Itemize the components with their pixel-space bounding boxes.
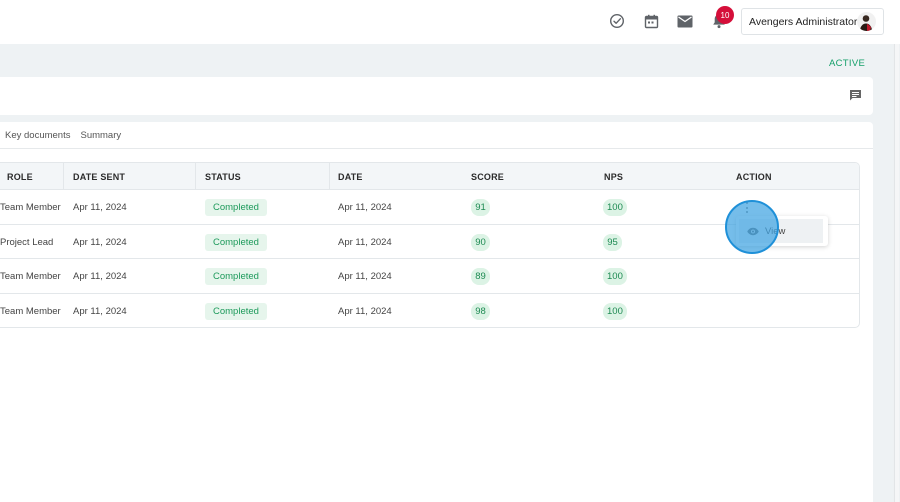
cell-role: Project Lead (0, 236, 54, 248)
responses-table: ROLE DATE SENT STATUS DATE SCORE NPS ACT… (0, 162, 860, 328)
nps-badge: 100 (603, 302, 627, 320)
nps-badge: 100 (603, 199, 627, 216)
nps-badge: 95 (603, 233, 622, 251)
top-bar: 10 Avengers Administrator (0, 0, 900, 44)
view-menu-item[interactable]: View (739, 219, 823, 243)
status-badge: Completed (205, 233, 267, 251)
tab-key-documents[interactable]: Key documents (0, 122, 75, 149)
eye-icon (747, 227, 759, 235)
status-badge: Completed (205, 302, 267, 320)
tabs-divider (0, 148, 873, 149)
notification-badge: 10 (716, 6, 734, 24)
score-badge: 90 (471, 233, 490, 251)
more-vertical-icon[interactable] (744, 202, 750, 213)
column-header-action: ACTION (736, 172, 772, 182)
score-badge: 91 (471, 199, 490, 216)
user-name: Avengers Administrator (749, 15, 858, 28)
check-circle-icon[interactable] (607, 11, 627, 31)
nps-badge: 100 (603, 268, 627, 285)
table-row: Project Lead Apr 11, 2024 Completed Apr … (0, 225, 859, 259)
column-divider (195, 163, 196, 190)
status-badge: Completed (205, 199, 267, 216)
column-divider (329, 163, 330, 190)
status-badge: ACTIVE (829, 58, 866, 69)
cell-date: Apr 11, 2024 (338, 236, 392, 248)
table-header: ROLE DATE SENT STATUS DATE SCORE NPS ACT… (0, 163, 859, 190)
tab-bar: Key documents Summary (0, 122, 126, 149)
cell-role: Team Member (0, 202, 61, 213)
column-header-date: DATE (338, 172, 363, 182)
cell-date: Apr 11, 2024 (338, 305, 392, 317)
column-header-status: STATUS (205, 172, 241, 182)
score-badge: 98 (471, 302, 490, 320)
table-row: Team Member Apr 11, 2024 Completed Apr 1… (0, 190, 859, 225)
cell-role: Team Member (0, 305, 61, 317)
tab-summary[interactable]: Summary (75, 122, 126, 149)
column-header-date-sent: DATE SENT (73, 172, 126, 182)
mail-icon[interactable] (675, 11, 695, 31)
user-menu-button[interactable]: Avengers Administrator (741, 8, 884, 35)
avatar (857, 12, 876, 31)
cell-date: Apr 11, 2024 (338, 271, 392, 282)
score-badge: 89 (471, 268, 490, 285)
cell-date-sent: Apr 11, 2024 (73, 305, 127, 317)
table-row: Team Member Apr 11, 2024 Completed Apr 1… (0, 294, 859, 328)
calendar-icon[interactable] (641, 11, 661, 31)
view-menu-item-label: View (765, 225, 786, 237)
table-row: Team Member Apr 11, 2024 Completed Apr 1… (0, 259, 859, 294)
scrollbar-thumb[interactable] (894, 44, 899, 502)
responses-card: Key documents Summary ROLE DATE SENT STA… (0, 122, 873, 502)
cell-role: Team Member (0, 271, 61, 282)
cell-date-sent: Apr 11, 2024 (73, 202, 127, 213)
cell-date-sent: Apr 11, 2024 (73, 236, 127, 248)
column-header-nps: NPS (604, 172, 624, 182)
column-header-score: SCORE (471, 172, 505, 182)
status-badge: Completed (205, 268, 267, 285)
cell-date-sent: Apr 11, 2024 (73, 271, 127, 282)
cell-date: Apr 11, 2024 (338, 202, 392, 213)
column-header-role: ROLE (7, 172, 33, 182)
info-card (0, 77, 873, 115)
action-dropdown-menu: View (736, 216, 828, 246)
comment-icon[interactable] (849, 89, 862, 102)
column-divider (63, 163, 64, 190)
